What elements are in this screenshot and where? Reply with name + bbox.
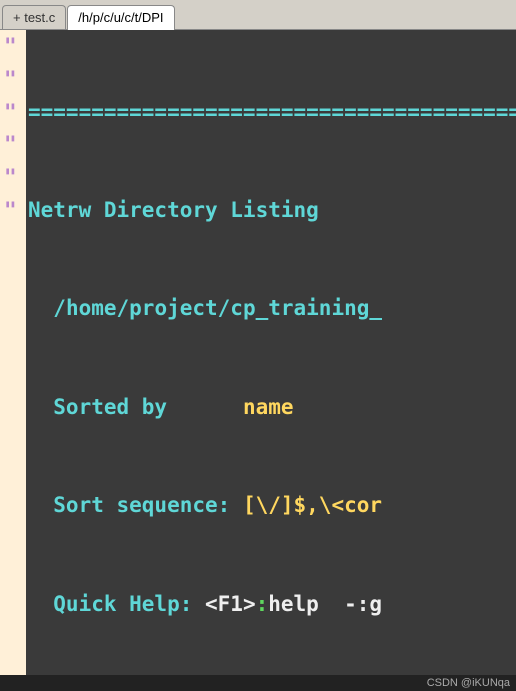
help-key: <F1> — [205, 592, 256, 616]
gutter: " " " " " " — [0, 30, 26, 675]
help-label: Quick Help: — [28, 592, 205, 616]
editor-area: " " " " " " ============================… — [0, 30, 516, 675]
watermark: CSDN @iKUNqa — [427, 675, 510, 691]
sortseq-value: [\/]$,\<cor — [243, 493, 382, 517]
sorted-value: name — [243, 395, 294, 419]
fold-mark: " — [4, 63, 26, 96]
file-listing[interactable]: ========================================… — [26, 30, 516, 675]
fold-mark: " — [4, 194, 26, 227]
tab-bar: + test.c /h/p/c/u/c/t/DPI — [0, 0, 516, 30]
fold-mark: " — [4, 161, 26, 194]
fold-mark: " — [4, 30, 26, 63]
help-text: help — [268, 592, 344, 616]
sorted-label: Sorted by — [28, 395, 243, 419]
fold-mark: " — [4, 96, 26, 129]
tab-dpi[interactable]: /h/p/c/u/c/t/DPI — [67, 5, 174, 30]
netrw-title: Netrw Directory Listing — [28, 198, 319, 222]
rule: ========================================… — [28, 100, 516, 124]
fold-mark — [4, 227, 26, 260]
sortseq-label: Sort sequence: — [28, 493, 243, 517]
tab-testc[interactable]: + test.c — [2, 5, 66, 29]
netrw-path: /home/project/cp_training_ — [53, 296, 382, 320]
fold-mark: " — [4, 128, 26, 161]
